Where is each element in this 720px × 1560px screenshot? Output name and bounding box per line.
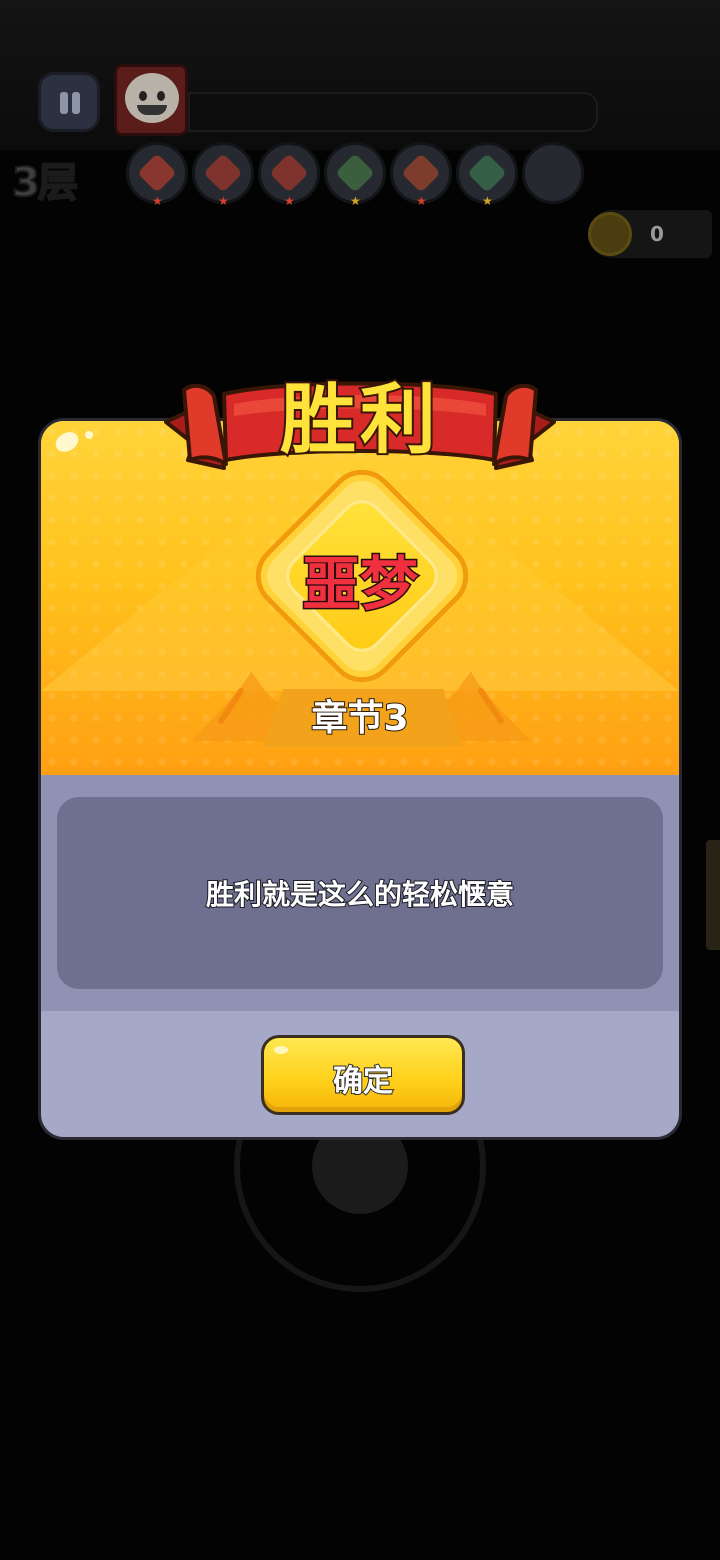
coin-counter: 0 [588, 210, 712, 258]
chapter-label: 章节3 [310, 697, 409, 740]
victory-title: 胜利 [278, 373, 440, 466]
victory-modal: 章节3 噩梦 胜利就是这么的轻松惬意 确定 [38, 418, 682, 1140]
shine-decoration [52, 428, 82, 456]
skill-slot: ★ [324, 142, 386, 208]
floor-indicator: 3层 [11, 159, 79, 207]
dagger-skill-icon [203, 153, 243, 193]
side-tab [706, 840, 720, 950]
skull-face-icon [125, 73, 179, 123]
confirm-button-label: 确定 [332, 1063, 394, 1100]
coin-icon [588, 212, 632, 256]
player-avatar [114, 64, 188, 136]
pause-icon [60, 92, 68, 114]
skill-slots: ★ ★ ★ ★ ★ ★ [126, 142, 596, 212]
boot-skill-icon [401, 153, 441, 193]
skill-slot: ★ [390, 142, 452, 208]
skill-slot [522, 142, 584, 204]
bullet-skill-icon [269, 153, 309, 193]
coin-value: 0 [650, 222, 664, 246]
confirm-button[interactable]: 确定 [261, 1035, 465, 1115]
skill-slot: ★ [456, 142, 518, 208]
health-bar [188, 92, 598, 132]
message-area: 胜利就是这么的轻松惬意 [41, 775, 679, 1011]
skill-slot: ★ [192, 142, 254, 208]
difficulty-label: 噩梦 [300, 549, 419, 620]
victory-message: 胜利就是这么的轻松惬意 [205, 877, 515, 912]
sword-skill-icon [137, 153, 177, 193]
pause-button[interactable] [38, 72, 100, 132]
skill-slot: ★ [258, 142, 320, 208]
gear-skill-icon [467, 153, 507, 193]
star-icon: ★ [416, 194, 427, 208]
star-icon: ★ [482, 194, 493, 208]
star-icon: ★ [218, 194, 229, 208]
star-icon: ★ [152, 194, 163, 208]
shield-skill-icon [335, 153, 375, 193]
star-icon: ★ [284, 194, 295, 208]
skill-slot: ★ [126, 142, 188, 208]
star-icon: ★ [350, 194, 361, 208]
message-panel: 胜利就是这么的轻松惬意 [57, 797, 663, 989]
